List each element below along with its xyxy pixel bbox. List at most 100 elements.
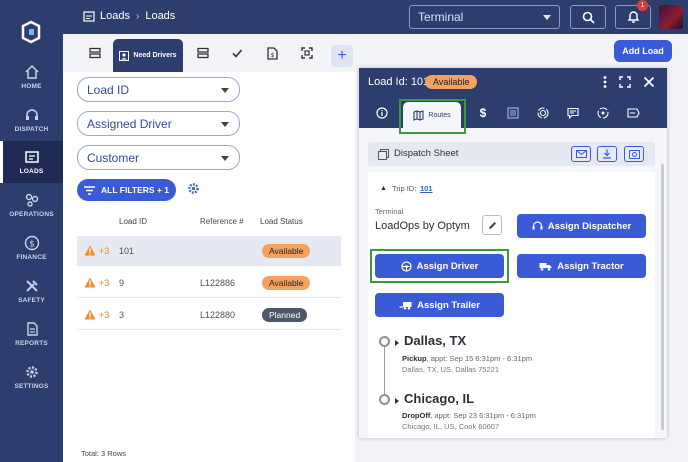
load-id-cell: 101 bbox=[119, 246, 135, 256]
avatar[interactable] bbox=[659, 5, 683, 29]
assign-driver-highlight bbox=[370, 249, 509, 283]
scan-icon bbox=[301, 47, 313, 59]
rows-view-icon bbox=[197, 47, 209, 59]
stop-appointment-time: , appt: Sep 15 6:31pm - 6:31pm bbox=[426, 354, 533, 363]
chevron-right-icon[interactable] bbox=[395, 340, 399, 346]
chevron-up-icon[interactable]: ▲ bbox=[380, 185, 387, 192]
table-row[interactable]: +3 9 L122886 Available bbox=[77, 268, 341, 298]
stop-marker bbox=[379, 394, 390, 405]
image-preview-icon bbox=[628, 149, 640, 159]
stop-appointment-time: , appt: Sep 23 6:31pm - 6:31pm bbox=[430, 411, 536, 420]
breadcrumb: Loads › Loads bbox=[83, 10, 175, 22]
top-bar: Loads › Loads Terminal 1 bbox=[63, 0, 688, 34]
preview-dispatch-button[interactable] bbox=[624, 146, 644, 162]
stop-type: Pickup bbox=[402, 354, 427, 363]
invoice-icon: $ bbox=[266, 46, 278, 60]
view-tab-rows[interactable] bbox=[193, 43, 213, 63]
nav-reports[interactable]: REPORTS bbox=[0, 314, 63, 354]
view-tab-list[interactable] bbox=[85, 43, 105, 63]
add-view-button[interactable]: + bbox=[331, 45, 353, 67]
loads-panel: Load ID Assigned Driver Customer ALL FIL… bbox=[63, 72, 355, 462]
dispatch-sheet-label: Dispatch Sheet bbox=[394, 148, 459, 159]
gear-icon[interactable] bbox=[187, 182, 200, 195]
terminal-select[interactable]: Terminal bbox=[409, 5, 560, 29]
assign-dispatcher-button[interactable]: Assign Dispatcher bbox=[517, 214, 646, 238]
mail-icon bbox=[575, 150, 587, 158]
column-header-reference[interactable]: Reference # bbox=[200, 217, 244, 226]
nav-operations[interactable]: OPERATIONS bbox=[0, 185, 63, 225]
trailer-icon bbox=[399, 301, 412, 310]
activity-icon bbox=[597, 107, 609, 119]
more-vertical-icon[interactable] bbox=[598, 75, 612, 89]
stop-marker bbox=[379, 336, 390, 347]
chevron-right-icon: › bbox=[135, 10, 140, 22]
customer-filter[interactable]: Customer bbox=[77, 145, 240, 170]
add-load-button[interactable]: Add Load bbox=[614, 40, 672, 62]
table-row[interactable]: +3 101 Available bbox=[77, 236, 341, 266]
assign-tractor-button[interactable]: Assign Tractor bbox=[517, 254, 646, 278]
tab-info[interactable] bbox=[374, 105, 390, 121]
radar-icon bbox=[537, 107, 549, 119]
column-header-load-status[interactable]: Load Status bbox=[260, 217, 303, 226]
table-row[interactable]: +3 3 L122880 Planned bbox=[77, 300, 341, 330]
trip-label: Trip ID: bbox=[392, 184, 417, 193]
load-detail-title: Load Id: 101 bbox=[368, 76, 430, 88]
svg-text:$: $ bbox=[270, 52, 274, 59]
stop-city[interactable]: Chicago, IL bbox=[404, 391, 474, 406]
tab-activity[interactable] bbox=[595, 105, 611, 121]
view-tab-need-drivers[interactable]: Need Drivers bbox=[113, 39, 183, 72]
load-id-filter[interactable]: Load ID bbox=[77, 77, 240, 102]
warning-icon bbox=[84, 277, 96, 288]
tab-notes[interactable] bbox=[565, 105, 581, 121]
view-tab-scan[interactable] bbox=[297, 43, 317, 63]
svg-text:$: $ bbox=[29, 240, 35, 250]
tab-finance[interactable]: $ bbox=[475, 105, 491, 121]
tab-documents[interactable] bbox=[505, 105, 521, 121]
document-list-icon bbox=[507, 107, 519, 119]
assign-dispatcher-label: Assign Dispatcher bbox=[547, 220, 632, 232]
chevron-right-icon[interactable] bbox=[395, 398, 399, 404]
tab-tags[interactable] bbox=[625, 105, 641, 121]
nav-safety[interactable]: SAFETY bbox=[0, 271, 63, 311]
column-header-load-id[interactable]: Load ID bbox=[119, 217, 147, 226]
assigned-driver-filter[interactable]: Assigned Driver bbox=[77, 111, 240, 136]
assign-trailer-label: Assign Trailer bbox=[417, 299, 480, 311]
nav-home[interactable]: HOME bbox=[0, 57, 63, 97]
tab-tracking[interactable] bbox=[535, 105, 551, 121]
terminal-value: LoadOps by Optym bbox=[375, 220, 470, 232]
email-dispatch-button[interactable] bbox=[571, 146, 591, 162]
expand-icon[interactable] bbox=[618, 75, 632, 89]
assign-trailer-button[interactable]: Assign Trailer bbox=[375, 293, 504, 317]
stop-address: Chicago, IL, US, Cook 60607 bbox=[402, 422, 500, 431]
load-detail-header: Load Id: 101 Available Routes $ bbox=[359, 68, 667, 134]
view-tab-completed[interactable] bbox=[227, 43, 247, 63]
nav-dispatch[interactable]: DISPATCH bbox=[0, 100, 63, 140]
breadcrumb-current: Loads bbox=[145, 10, 176, 22]
all-filters-button[interactable]: ALL FILTERS + 1 bbox=[77, 179, 176, 201]
nav-loads[interactable]: LOADS bbox=[0, 141, 63, 183]
status-badge: Available bbox=[262, 244, 311, 258]
total-rows: Total: 3 Rows bbox=[81, 449, 127, 458]
notifications-button[interactable]: 1 bbox=[615, 0, 651, 29]
nav-reports-label: REPORTS bbox=[15, 340, 48, 347]
close-icon[interactable] bbox=[642, 75, 656, 89]
chat-icon bbox=[567, 107, 579, 119]
search-button[interactable] bbox=[570, 5, 606, 29]
tag-icon bbox=[626, 108, 640, 118]
truck-icon bbox=[539, 262, 552, 271]
stop-city[interactable]: Dallas, TX bbox=[404, 333, 466, 348]
download-dispatch-button[interactable] bbox=[597, 146, 617, 162]
nav-settings[interactable]: SETTINGS bbox=[0, 357, 63, 397]
nav-finance[interactable]: $ FINANCE bbox=[0, 228, 63, 268]
view-tab-invoice[interactable]: $ bbox=[262, 43, 282, 63]
app-logo-icon[interactable] bbox=[19, 20, 43, 44]
load-id-filter-label: Load ID bbox=[87, 83, 130, 97]
nav-finance-label: FINANCE bbox=[16, 254, 47, 261]
trip-id-link[interactable]: 101 bbox=[420, 184, 433, 193]
load-id-cell: 9 bbox=[119, 278, 125, 288]
scrollbar[interactable] bbox=[661, 164, 664, 430]
status-badge: Available bbox=[262, 276, 311, 290]
edit-terminal-button[interactable] bbox=[482, 215, 502, 235]
breadcrumb-root[interactable]: Loads bbox=[100, 10, 130, 22]
notification-badge: 1 bbox=[637, 0, 648, 11]
